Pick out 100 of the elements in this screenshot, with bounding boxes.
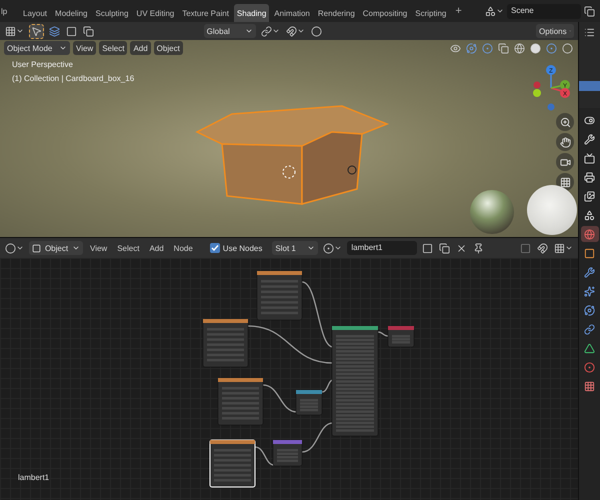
pan-button[interactable] bbox=[556, 133, 574, 151]
selection-mode-button[interactable] bbox=[82, 24, 95, 38]
viewport-menu[interactable]: Add bbox=[130, 41, 151, 55]
node-menu[interactable]: View bbox=[87, 244, 110, 252]
copy-icon bbox=[498, 42, 509, 54]
globe-icon bbox=[514, 42, 525, 54]
node-menu[interactable]: Node bbox=[170, 244, 196, 252]
mode-dropdown[interactable]: Object Mode bbox=[4, 41, 70, 55]
zoom-button[interactable] bbox=[556, 113, 574, 131]
editor-type-button[interactable] bbox=[4, 24, 25, 38]
shader-node[interactable] bbox=[296, 390, 322, 416]
chevron-down-icon bbox=[244, 27, 253, 35]
shader-node[interactable] bbox=[272, 440, 302, 466]
chevron-down-icon bbox=[16, 244, 24, 252]
fake-user-button[interactable] bbox=[421, 242, 434, 254]
node-link bbox=[378, 331, 388, 337]
images-icon bbox=[584, 190, 595, 202]
chevron-down-icon bbox=[72, 244, 80, 252]
snap-button[interactable] bbox=[536, 242, 549, 254]
pin-icon bbox=[473, 242, 484, 254]
use-nodes-checkbox[interactable]: Use Nodes bbox=[200, 243, 268, 253]
solid-shading-button[interactable] bbox=[529, 42, 542, 54]
viewport-menu[interactable]: View bbox=[73, 41, 96, 55]
workspace-tab[interactable]: UV Editing bbox=[133, 4, 178, 22]
shader-node[interactable] bbox=[218, 378, 264, 426]
chevron-down-icon bbox=[307, 244, 316, 252]
parent-node-button[interactable] bbox=[519, 242, 532, 254]
node-link bbox=[302, 422, 334, 453]
shader-type-dropdown[interactable]: Object bbox=[29, 241, 83, 255]
workspace-tab[interactable]: Texture Paint bbox=[179, 4, 232, 22]
circle-dot-icon bbox=[584, 362, 595, 372]
selection-mode-button[interactable] bbox=[65, 24, 78, 38]
add-workspace-button[interactable]: + bbox=[451, 5, 466, 17]
circle-icon bbox=[310, 26, 322, 36]
duplicate-button[interactable] bbox=[438, 242, 452, 254]
check-icon bbox=[210, 244, 219, 252]
editor-type-button[interactable] bbox=[4, 242, 25, 254]
close-icon bbox=[456, 242, 468, 254]
circle-dot-icon bbox=[482, 42, 493, 54]
shapes-icon bbox=[485, 6, 496, 16]
eye-icon bbox=[450, 42, 461, 54]
transform-orientation-dropdown[interactable]: Global bbox=[204, 24, 256, 38]
wrench-icon bbox=[584, 266, 595, 278]
slot-dropdown[interactable]: Slot 1 bbox=[272, 241, 318, 255]
material-name-field[interactable]: lambert1 bbox=[347, 241, 418, 255]
select-tool-button[interactable] bbox=[29, 24, 44, 38]
menu-text[interactable]: lp bbox=[0, 6, 18, 16]
toggle-icon bbox=[584, 114, 595, 126]
workspace-tab[interactable]: Layout bbox=[20, 4, 50, 22]
chevron-down-icon bbox=[496, 7, 504, 15]
shader-node[interactable] bbox=[332, 326, 378, 436]
render-shading-button[interactable] bbox=[561, 42, 574, 54]
square-icon bbox=[32, 244, 41, 252]
workspace-tab[interactable]: Shading bbox=[234, 4, 270, 22]
circle-dot-icon bbox=[546, 42, 557, 54]
square-icon bbox=[66, 26, 77, 36]
grid-icon bbox=[560, 176, 570, 188]
chevron-down-icon bbox=[59, 44, 67, 52]
scene-field[interactable]: Scene bbox=[507, 4, 581, 18]
printer-icon bbox=[584, 172, 595, 182]
workspace-tab[interactable]: Rendering bbox=[314, 4, 358, 22]
node-menu[interactable]: Add bbox=[146, 244, 167, 252]
copy-icon bbox=[439, 242, 450, 254]
circle-icon bbox=[562, 42, 573, 54]
workspace-tab[interactable]: Sculpting bbox=[92, 4, 132, 22]
hand-icon bbox=[560, 136, 570, 148]
selection-mode-button[interactable] bbox=[48, 24, 61, 38]
grid-icon bbox=[554, 242, 565, 254]
viewport-menu[interactable]: Object bbox=[154, 41, 183, 55]
new-scene-button[interactable] bbox=[583, 4, 596, 18]
orbit-icon bbox=[466, 42, 477, 54]
square-icon bbox=[422, 242, 434, 254]
chevron-down-icon bbox=[16, 27, 24, 35]
workspace-tab[interactable]: Animation bbox=[271, 4, 313, 22]
square-icon bbox=[520, 242, 531, 254]
circle-icon bbox=[530, 42, 541, 54]
snap-button[interactable] bbox=[284, 24, 306, 38]
viewport-info-text: User Perspective bbox=[12, 60, 74, 69]
scene-selector-button[interactable] bbox=[484, 4, 505, 18]
tv-icon bbox=[584, 152, 595, 164]
shader-node[interactable] bbox=[388, 326, 414, 348]
camera-button[interactable] bbox=[556, 153, 574, 171]
snap-mode-button[interactable] bbox=[553, 242, 574, 254]
proportional-button[interactable] bbox=[310, 24, 323, 38]
material-shading-button[interactable] bbox=[545, 42, 558, 54]
pivot-button[interactable] bbox=[260, 24, 281, 38]
node-menu[interactable]: Select bbox=[114, 244, 142, 252]
shader-node[interactable] bbox=[256, 270, 302, 320]
workspace-tab[interactable]: Scripting bbox=[412, 4, 450, 22]
wireframe-shading-button[interactable] bbox=[513, 42, 526, 54]
shader-node[interactable] bbox=[202, 318, 248, 368]
chevron-down-icon bbox=[272, 27, 280, 35]
options-dropdown[interactable]: Options bbox=[536, 24, 574, 38]
workspace-tab[interactable]: Compositing bbox=[360, 4, 410, 22]
hdri-sphere bbox=[470, 190, 514, 234]
workspace-tab[interactable]: Modeling bbox=[52, 4, 90, 22]
xray-button[interactable] bbox=[497, 42, 510, 54]
triangle-icon bbox=[584, 342, 595, 354]
chevron-down-icon bbox=[296, 27, 305, 35]
viewport-menu[interactable]: Select bbox=[99, 41, 128, 55]
